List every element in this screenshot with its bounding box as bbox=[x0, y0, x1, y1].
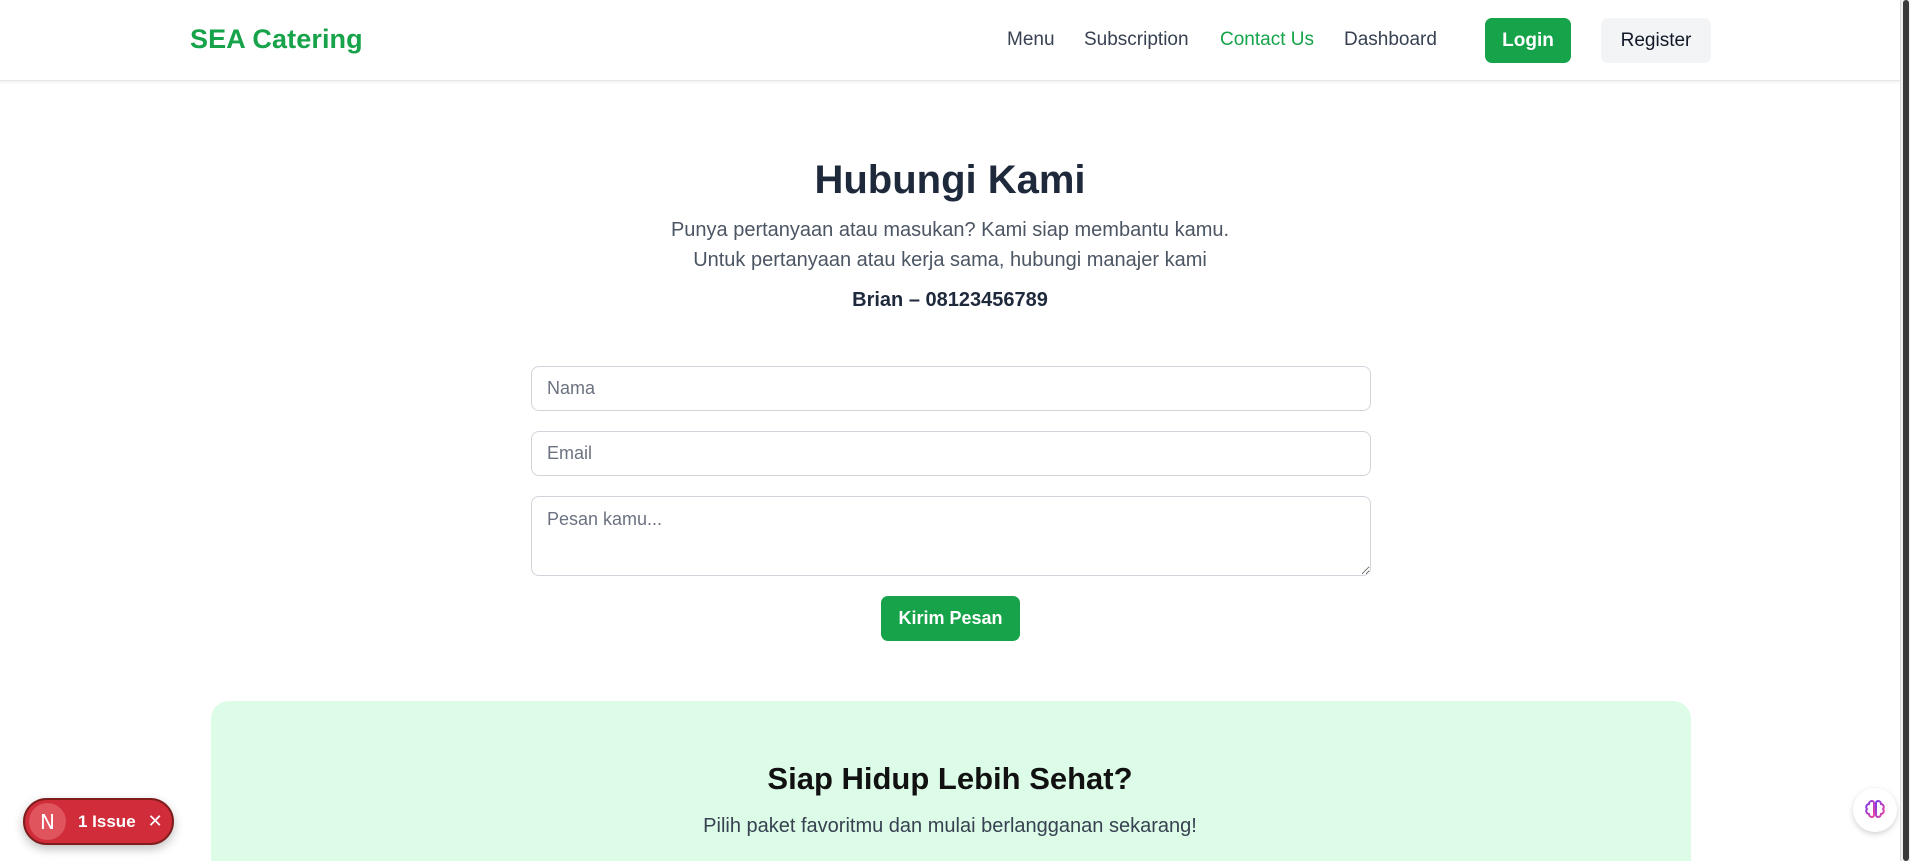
scrollbar-thumb[interactable] bbox=[1903, 0, 1909, 861]
register-button[interactable]: Register bbox=[1601, 18, 1711, 63]
message-textarea[interactable] bbox=[531, 496, 1371, 576]
send-message-button[interactable]: Kirim Pesan bbox=[881, 596, 1020, 641]
nav-item-subscription[interactable]: Subscription bbox=[1084, 29, 1189, 51]
email-input[interactable] bbox=[531, 431, 1371, 476]
brain-icon[interactable] bbox=[1853, 788, 1897, 832]
close-icon[interactable]: ✕ bbox=[148, 811, 163, 832]
manager-contact: Brian – 08123456789 bbox=[852, 289, 1048, 311]
page-title: Hubungi Kami bbox=[814, 158, 1086, 202]
contact-subtitle: Punya pertanyaan atau masukan? Kami siap… bbox=[670, 219, 1230, 241]
name-input[interactable] bbox=[531, 366, 1371, 411]
nav-item-contact-us[interactable]: Contact Us bbox=[1220, 29, 1314, 51]
nextjs-logo-icon: N bbox=[29, 803, 66, 840]
brand-logo[interactable]: SEA Catering bbox=[190, 24, 363, 55]
contact-subtitle-manager: Untuk pertanyaan atau kerja sama, hubung… bbox=[693, 249, 1207, 271]
dev-issue-badge[interactable]: N 1 Issue ✕ bbox=[23, 798, 174, 845]
login-button[interactable]: Login bbox=[1485, 18, 1571, 63]
nav-item-menu[interactable]: Menu bbox=[1007, 29, 1055, 51]
issue-count: 1 Issue bbox=[78, 811, 136, 831]
nav-item-dashboard[interactable]: Dashboard bbox=[1344, 29, 1437, 51]
cta-title: Siap Hidup Lebih Sehat? bbox=[767, 761, 1133, 796]
cta-subtitle: Pilih paket favoritmu dan mulai berlangg… bbox=[703, 815, 1197, 837]
brain-glyph-icon bbox=[1865, 799, 1885, 819]
top-navbar: SEA Catering Menu Subscription Contact U… bbox=[0, 0, 1900, 81]
page-scrollbar[interactable] bbox=[1900, 0, 1910, 861]
